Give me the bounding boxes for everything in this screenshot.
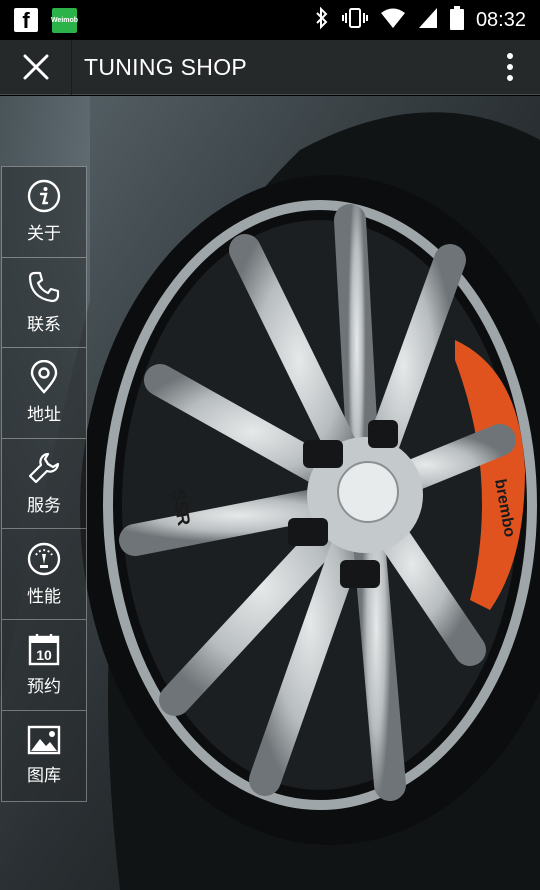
- sidebar-item-service[interactable]: 服务: [2, 439, 86, 530]
- wifi-icon: [380, 7, 406, 33]
- close-icon: [23, 54, 48, 80]
- phone-icon: [27, 270, 61, 304]
- close-button[interactable]: [0, 39, 72, 95]
- app-header: TUNING SHOP: [0, 39, 540, 95]
- wrench-icon: [27, 451, 61, 485]
- sidebar-item-label: 关于: [27, 224, 61, 245]
- status-bar: f Weimob 08:32: [0, 0, 540, 40]
- vibrate-icon: [341, 6, 368, 34]
- weimob-icon: Weimob: [51, 7, 78, 33]
- facebook-icon: f: [14, 8, 38, 32]
- svg-text:10: 10: [36, 647, 52, 663]
- sidebar-item-contact[interactable]: 联系: [2, 258, 86, 349]
- calendar-icon: 10: [27, 632, 61, 666]
- info-icon: [27, 179, 61, 213]
- more-options-button[interactable]: [480, 40, 540, 95]
- sidebar-item-address[interactable]: 地址: [2, 348, 86, 439]
- sidebar-item-label: 预约: [27, 677, 61, 698]
- sidebar-item-performance[interactable]: 性能: [2, 529, 86, 620]
- sidebar-item-label: 联系: [27, 314, 61, 335]
- signal-icon: [418, 7, 438, 33]
- more-vert-icon: [507, 53, 513, 81]
- sidebar-item-label: 地址: [27, 405, 61, 426]
- sidebar-item-booking[interactable]: 10 预约: [2, 620, 86, 711]
- gauge-icon: [27, 542, 61, 576]
- sidebar-item-label: 图库: [27, 766, 61, 787]
- bluetooth-icon: [314, 6, 330, 34]
- sidebar-item-label: 服务: [27, 496, 61, 517]
- sidebar-item-gallery[interactable]: 图库: [2, 711, 86, 802]
- image-icon: [27, 725, 61, 755]
- page-title: TUNING SHOP: [84, 53, 248, 80]
- battery-icon: [449, 6, 464, 34]
- clock-time: 08:32: [475, 8, 526, 31]
- sidebar-item-about[interactable]: 关于: [2, 167, 86, 258]
- location-pin-icon: [27, 360, 61, 395]
- side-menu: 关于 联系 地址 服务 性能 10 预约 图库: [1, 166, 87, 803]
- sidebar-item-label: 性能: [27, 586, 61, 607]
